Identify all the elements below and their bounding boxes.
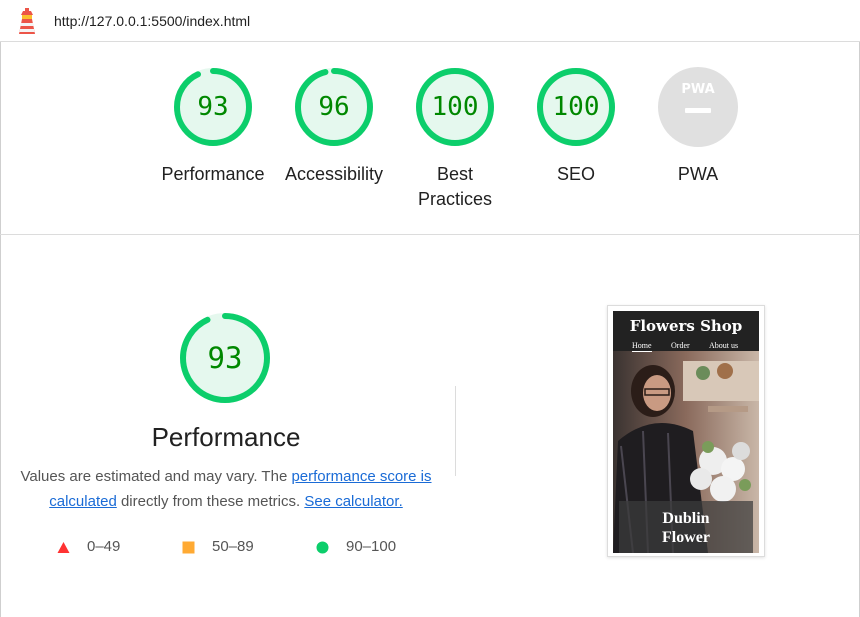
gauge-label: PWA (677, 164, 719, 184)
gauge-best-practices[interactable]: 100 Best Practices (395, 66, 515, 212)
hero-line-1: Dublin (662, 510, 710, 527)
section-divider (455, 386, 456, 476)
final-screenshot[interactable]: Flowers Shop Home Order About us Dublin … (607, 305, 765, 557)
performance-description: Values are estimated and may vary. The p… (20, 464, 432, 514)
gauge-score: 100 (552, 92, 600, 122)
report-url[interactable]: http://127.0.0.1:5500/index.html (54, 13, 250, 29)
site-nav-about: About us (709, 341, 739, 350)
hero-line-2: Flower (662, 529, 710, 546)
category-gauges: 93 Performance 96 Accessibility 100 Best… (0, 42, 860, 235)
gauge-accessibility[interactable]: 96 Accessibility (274, 66, 394, 187)
site-brand: Flowers Shop (629, 317, 743, 335)
circle-icon (316, 541, 329, 554)
gauge-performance[interactable]: 93 Performance (153, 66, 273, 187)
gauge-label: Accessibility (284, 164, 384, 184)
gauge-score: 93 (197, 92, 229, 122)
report-topbar: http://127.0.0.1:5500/index.html (0, 0, 860, 42)
desc-text-1: Values are estimated and may vary. The (20, 468, 292, 485)
pwa-badge-text: PWA (681, 82, 714, 97)
screenshot-image: Flowers Shop Home Order About us Dublin … (613, 311, 759, 553)
performance-title: Performance (151, 422, 301, 452)
gauge-seo[interactable]: 100 SEO (516, 66, 636, 187)
legend-range: 50–89 (212, 538, 254, 555)
legend-range: 0–49 (87, 538, 121, 555)
legend-range: 90–100 (346, 538, 397, 555)
performance-score: 93 (207, 341, 243, 375)
performance-section: 93 Performance Values are estimated and … (0, 236, 860, 617)
gauge-label-line2: Practices (417, 189, 493, 209)
desc-text-2: directly from these metrics. (116, 493, 305, 510)
site-nav-order: Order (671, 341, 690, 350)
pwa-badge-icon: PWA (658, 67, 738, 147)
lighthouse-icon (19, 8, 35, 34)
gauge-pwa[interactable]: PWA PWA (638, 66, 758, 187)
gauge-label: Best Practices (395, 162, 515, 212)
gauge-score: 100 (431, 92, 479, 122)
site-nav-home: Home (632, 341, 652, 352)
see-calculator-link[interactable]: See calculator. (304, 493, 402, 510)
triangle-icon (57, 542, 70, 553)
gauge-score: 96 (318, 92, 350, 122)
gauge-label-line1: Best (436, 164, 474, 184)
performance-gauge-large: 93 (178, 311, 272, 405)
gauge-label: Performance (161, 164, 265, 184)
square-icon (182, 541, 195, 554)
hero-text: Dublin Flower (613, 509, 759, 547)
gauge-label: SEO (556, 164, 595, 184)
site-header: Flowers Shop Home Order About us (613, 311, 759, 352)
